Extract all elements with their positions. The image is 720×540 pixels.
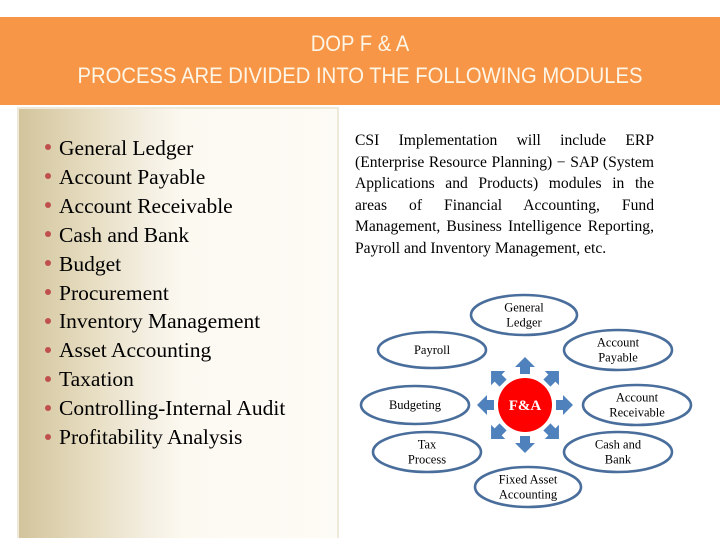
node-label: Receivable <box>609 406 665 420</box>
module-item: Procurement <box>45 279 285 308</box>
module-label: Account Receivable <box>59 193 233 218</box>
node-general-ledger: GeneralLedger <box>469 293 579 337</box>
module-label: Taxation <box>59 367 134 392</box>
module-label: Budget <box>59 251 122 276</box>
module-item: Controlling-Internal Audit <box>45 394 285 423</box>
erp-description: CSI Implementation will include ERP (Ent… <box>355 132 654 257</box>
module-item: Taxation <box>45 365 285 394</box>
node-label: Budgeting <box>389 398 442 412</box>
center-label: F&A <box>509 398 542 414</box>
bullet-icon <box>45 144 51 151</box>
arrow-icon <box>556 395 573 415</box>
arrow-icon <box>515 436 535 453</box>
node-account-receivable: AccountReceivable <box>581 383 693 427</box>
bullet-icon <box>45 231 51 238</box>
module-label: Profitability Analysis <box>59 425 243 450</box>
node-label: Fixed Asset <box>499 473 558 487</box>
node-label: Bank <box>605 453 632 467</box>
bullet-icon <box>45 260 51 267</box>
node-tax-process: TaxProcess <box>371 430 483 474</box>
module-label: Controlling-Internal Audit <box>59 396 286 421</box>
module-item: General Ledger <box>45 134 285 163</box>
node-label: General <box>504 301 544 315</box>
module-list: General Ledger Account Payable Account R… <box>45 134 285 452</box>
bullet-icon <box>45 288 51 295</box>
module-item: Inventory Management <box>45 307 285 336</box>
bullet-icon <box>45 404 51 411</box>
node-label: Payable <box>598 351 638 365</box>
fa-module-diagram: General Ledger Account Payable Account Receiv… <box>350 285 720 525</box>
module-label: Cash and Bank <box>59 222 190 247</box>
node-label: Account <box>597 336 640 350</box>
node-budgeting: Budgeting <box>359 384 471 426</box>
node-fixed-asset-accounting: Fixed AssetAccounting <box>473 465 583 509</box>
bullet-icon <box>45 346 51 353</box>
node-label: Account <box>616 391 659 405</box>
title-banner: DOP F & A PROCESS ARE DIVIDED INTO THE F… <box>0 17 720 105</box>
node-label: Payroll <box>414 343 451 357</box>
module-label: Inventory Management <box>59 309 261 334</box>
bullet-icon <box>45 375 51 382</box>
node-label: Tax <box>418 438 437 452</box>
module-label: General Ledger <box>59 136 194 160</box>
module-item: Cash and Bank <box>45 221 285 250</box>
module-item: Account Receivable <box>45 192 285 221</box>
node-label: Cash and <box>595 438 642 452</box>
title-line-1: DOP F & A <box>310 31 410 56</box>
node-account-payable: AccountPayable <box>562 328 674 372</box>
module-item: Profitability Analysis <box>45 423 285 452</box>
module-item: Asset Accounting <box>45 336 285 365</box>
node-label: Ledger <box>506 316 542 330</box>
bullet-icon <box>45 433 51 440</box>
module-item: Account Payable <box>45 163 285 192</box>
arrow-icon <box>515 357 535 374</box>
bullet-icon <box>45 202 51 209</box>
module-label: Asset Accounting <box>59 338 212 363</box>
module-item: Budget <box>45 250 285 279</box>
title-line-2: PROCESS ARE DIVIDED INTO THE FOLLOWING M… <box>77 63 643 88</box>
diagram-canvas: GeneralLedgerAccountPayableAccountReceiv… <box>359 293 693 509</box>
node-payroll: Payroll <box>376 330 488 370</box>
bullet-icon <box>45 317 51 324</box>
node-cash-and-bank: Cash andBank <box>562 430 674 474</box>
node-label: Accounting <box>499 488 558 502</box>
module-label: Procurement <box>59 280 169 305</box>
modules-panel: General Ledger Account Payable Account R… <box>17 107 339 538</box>
center-node: F&A <box>498 378 552 432</box>
node-label: Process <box>408 453 446 467</box>
bullet-icon <box>45 173 51 180</box>
module-label: Account Payable <box>59 164 206 189</box>
arrow-icon <box>477 395 494 415</box>
